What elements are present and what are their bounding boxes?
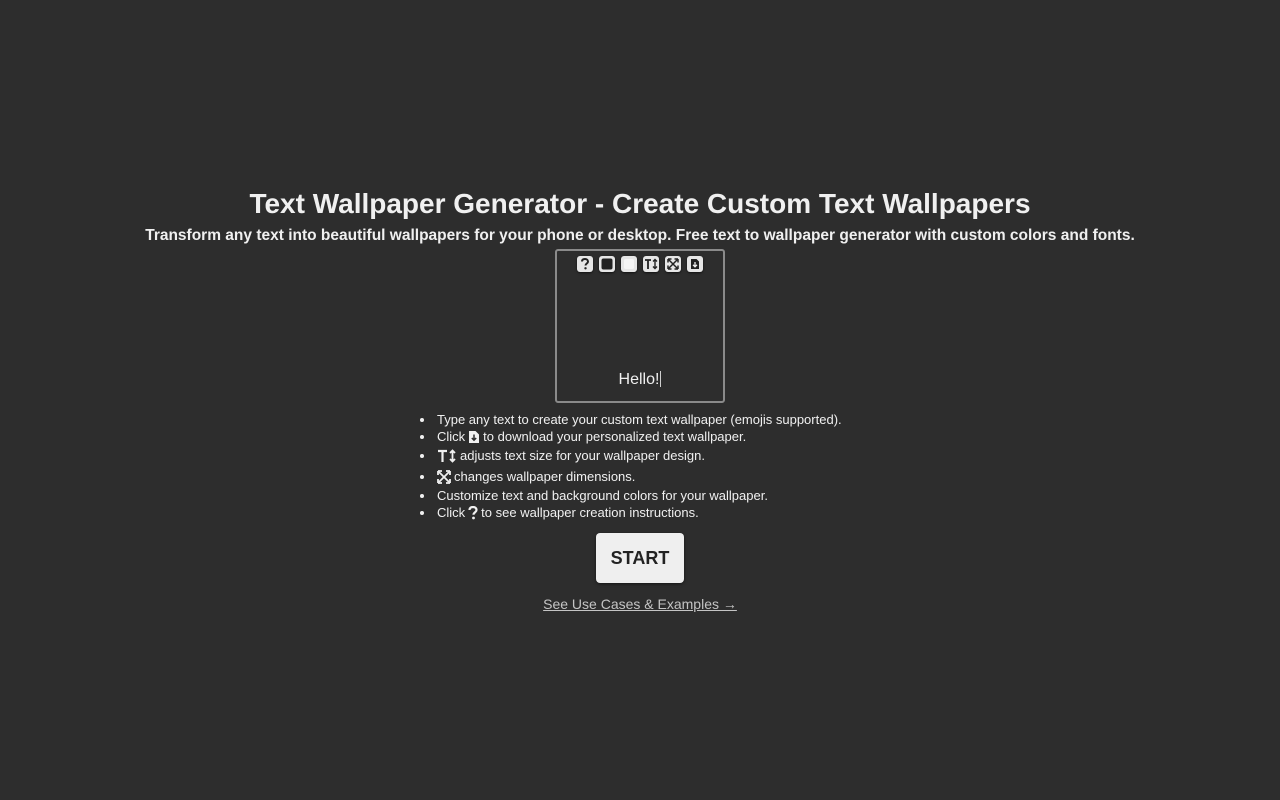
instruction-text: changes wallpaper dimensions. — [454, 469, 636, 484]
text-cursor — [660, 371, 662, 387]
text-size-icon — [437, 448, 457, 463]
start-button[interactable]: START — [596, 533, 684, 583]
instruction-text: Customize text and background colors for… — [437, 488, 768, 503]
help-icon[interactable] — [577, 256, 593, 272]
instruction-text: adjusts text size for your wallpaper des… — [460, 448, 705, 463]
page: Text Wallpaper Generator - Create Custom… — [0, 0, 1280, 800]
page-title: Text Wallpaper Generator - Create Custom… — [249, 188, 1031, 219]
resize-icon[interactable] — [665, 256, 681, 272]
resize-icon — [437, 469, 451, 484]
preview-text-input[interactable]: Hello! — [557, 370, 723, 390]
background-color-icon[interactable] — [621, 256, 637, 272]
instruction-item: Click to see wallpaper creation instruct… — [419, 504, 879, 521]
text-color-icon[interactable] — [599, 256, 615, 272]
instruction-item: changes wallpaper dimensions. — [419, 466, 879, 487]
help-icon — [468, 505, 478, 520]
wallpaper-preview[interactable]: Hello! — [555, 249, 725, 403]
download-icon[interactable] — [687, 256, 703, 272]
preview-toolbar — [557, 256, 723, 272]
download-icon — [468, 430, 480, 444]
instruction-item: adjusts text size for your wallpaper des… — [419, 445, 879, 466]
instruction-item: Type any text to create your custom text… — [419, 411, 879, 428]
page-subtitle: Transform any text into beautiful wallpa… — [145, 227, 1135, 244]
use-cases-link[interactable]: See Use Cases & Examples → — [543, 596, 737, 612]
instruction-text: Click — [437, 505, 466, 520]
instruction-text: to see wallpaper creation instructions. — [481, 505, 699, 520]
instruction-text: Type any text to create your custom text… — [437, 412, 842, 427]
instruction-text: Click — [437, 429, 466, 444]
instruction-item: Click to download your personalized text… — [419, 428, 879, 445]
text-size-icon[interactable] — [643, 256, 659, 272]
instructions-list: Type any text to create your custom text… — [419, 411, 879, 521]
examples-link-container: See Use Cases & Examples → — [0, 595, 1280, 613]
instruction-item: Customize text and background colors for… — [419, 487, 879, 504]
preview-text: Hello! — [618, 371, 660, 388]
instruction-text: to download your personalized text wallp… — [483, 429, 747, 444]
